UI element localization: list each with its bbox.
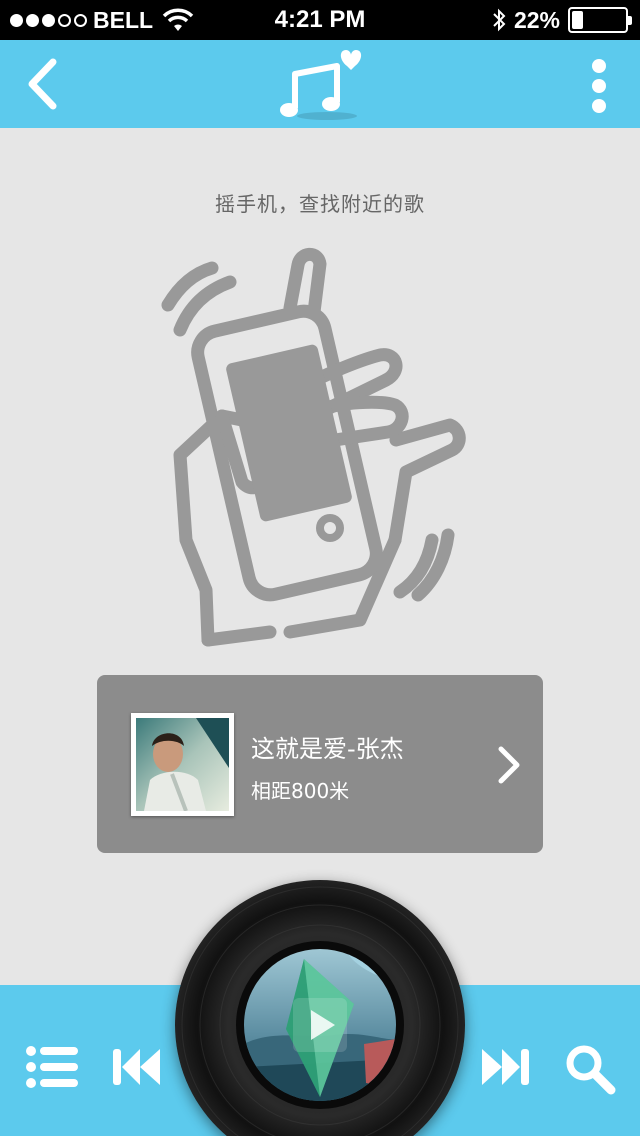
battery-percent: 22% [513, 6, 560, 33]
song-title: 这就是爱-张杰 [251, 735, 404, 763]
next-track-button[interactable] [480, 1047, 530, 1087]
wifi-icon [162, 8, 194, 31]
bluetooth-icon [493, 8, 506, 32]
play-button[interactable] [293, 998, 347, 1052]
battery-icon [568, 7, 632, 33]
status-left: BELL [10, 0, 195, 40]
album-cover [131, 713, 234, 816]
playlist-button[interactable] [24, 1045, 80, 1089]
status-bar: BELL 4:21 PM 22% [0, 0, 640, 40]
back-button[interactable] [20, 54, 70, 114]
now-playing-disc[interactable] [175, 880, 465, 1136]
album-cover-image [136, 718, 229, 811]
shake-prompt: 摇手机，查找附近的歌 [215, 192, 425, 216]
chevron-right-icon[interactable] [495, 745, 523, 785]
search-button[interactable] [564, 1043, 616, 1095]
app-header [0, 40, 640, 128]
song-distance: 相距800米 [251, 779, 350, 803]
nearby-song-card[interactable]: 这就是爱-张杰 相距800米 [97, 675, 543, 853]
more-options-button[interactable] [584, 56, 614, 116]
signal-strength-icon [10, 13, 87, 27]
previous-track-button[interactable] [112, 1047, 162, 1087]
music-note-heart-icon [280, 50, 362, 120]
carrier-name: BELL [93, 6, 154, 33]
status-right: 22% [492, 0, 632, 40]
hand-shaking-phone-icon [161, 247, 466, 647]
